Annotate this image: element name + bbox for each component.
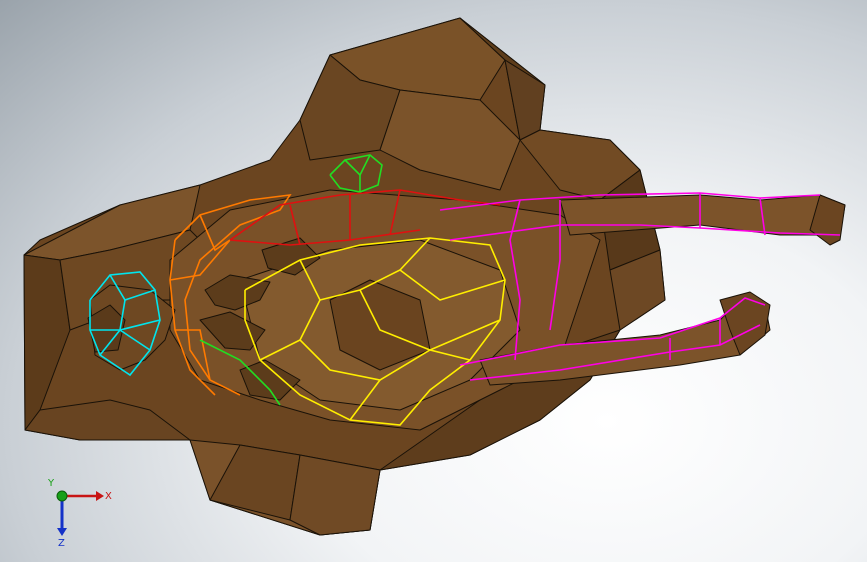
x-axis-label: X: [105, 491, 112, 502]
3d-model[interactable]: [0, 0, 867, 562]
z-axis-label: Z: [58, 538, 65, 549]
cad-viewport[interactable]: X Y Z: [0, 0, 867, 562]
coordinate-triad: X Y Z: [44, 478, 124, 558]
y-axis-label: Y: [47, 478, 55, 489]
y-axis-dot: [56, 490, 68, 502]
